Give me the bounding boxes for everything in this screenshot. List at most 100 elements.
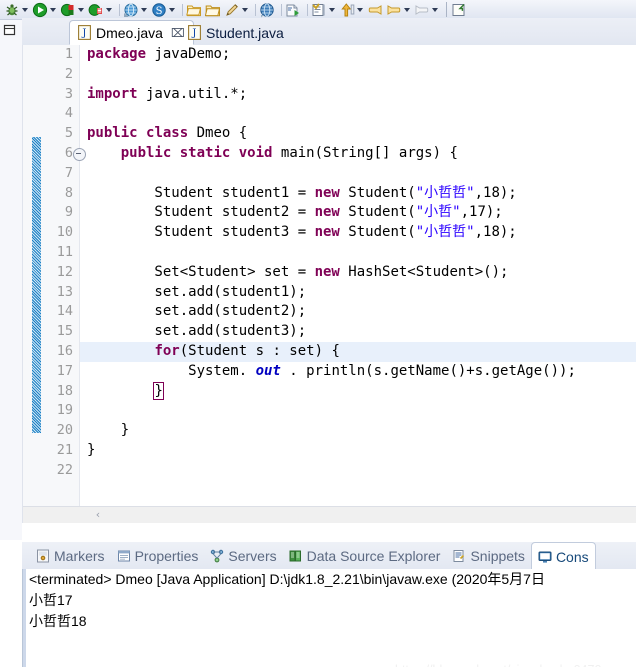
line-number: 6 — [41, 144, 86, 164]
open-folder-2-icon[interactable] — [205, 2, 221, 18]
code-line[interactable]: } — [80, 441, 637, 461]
line-number: 21 — [56, 441, 73, 458]
chevron-down-icon[interactable] — [355, 2, 364, 18]
editor-tab-student[interactable]: J Student.java — [180, 20, 292, 45]
chevron-down-icon[interactable] — [48, 2, 57, 18]
task-list-icon[interactable] — [311, 2, 327, 18]
line-number: 18 — [56, 382, 73, 399]
editor-tab-label: Student.java — [206, 24, 284, 41]
chevron-down-icon[interactable] — [240, 2, 249, 18]
editor-tab-dmeo[interactable]: J Dmeo.java ⌧ — [69, 20, 194, 45]
chevron-down-icon[interactable] — [104, 2, 113, 18]
source-code-text[interactable]: package javaDemo; import java.util.*; pu… — [80, 45, 637, 523]
separator-2 — [179, 2, 186, 18]
scroll-left-chevron-icon[interactable]: ‹ — [91, 508, 105, 522]
bottom-tab-servers[interactable]: Servers — [204, 543, 282, 569]
back-annotation-icon[interactable] — [367, 2, 383, 18]
code-line[interactable]: package javaDemo; — [80, 45, 637, 65]
editor-tabbar: J Dmeo.java ⌧ J Student.java — [22, 18, 637, 46]
up-arrow-icon[interactable] — [339, 2, 355, 18]
new-java-class-icon[interactable] — [285, 2, 301, 18]
code-line[interactable]: } — [80, 381, 637, 402]
open-web-browser-icon[interactable] — [123, 2, 139, 18]
chevron-down-icon[interactable] — [402, 2, 411, 18]
grey-annotation-icon[interactable] — [414, 2, 430, 18]
run-external-tools-icon[interactable] — [88, 2, 104, 18]
code-line[interactable]: for(Student s : set) { — [80, 341, 637, 362]
collapsed-view-rail — [0, 20, 23, 540]
line-number: 11 — [56, 243, 73, 260]
main-toolbar: S — [0, 0, 637, 20]
separator-5 — [304, 2, 311, 18]
bottom-tab-snippets[interactable]: Snippets — [446, 543, 530, 569]
properties-icon — [117, 549, 131, 563]
code-line[interactable]: Student student1 = new Student("小哲哲",18)… — [80, 184, 637, 204]
chevron-down-icon[interactable] — [76, 2, 85, 18]
code-line[interactable] — [80, 65, 637, 85]
chevron-down-icon[interactable] — [430, 2, 439, 18]
code-line[interactable]: Student student3 = new Student("小哲哲",18)… — [80, 223, 637, 243]
line-number: 16 — [56, 342, 73, 359]
line-number: 14 — [56, 303, 73, 320]
watermark-text: https://blog.csdn.net/xiaozhezhe0470 — [395, 663, 601, 667]
bottom-tab-label: Cons — [555, 548, 589, 565]
editor-horizontal-scrollbar[interactable]: ‹ — [23, 506, 637, 523]
console-icon — [538, 550, 552, 564]
line-number: 15 — [56, 323, 73, 340]
code-line[interactable] — [80, 243, 637, 263]
bottom-tab-label: Markers — [54, 547, 105, 564]
code-line[interactable]: set.add(student2); — [80, 302, 637, 322]
restore-view-icon[interactable] — [3, 23, 17, 37]
code-line[interactable] — [80, 164, 637, 184]
separator-4 — [278, 2, 285, 18]
servers-icon — [210, 549, 224, 563]
chevron-down-icon[interactable] — [139, 2, 148, 18]
line-number: 2 — [64, 65, 73, 82]
open-folder-icon[interactable] — [186, 2, 202, 18]
console-view[interactable]: <terminated> Dmeo [Java Application] D:\… — [22, 569, 637, 667]
bottom-tab-label: Data Source Explorer — [306, 547, 441, 564]
bottom-tab-cons[interactable]: Cons — [530, 542, 596, 569]
code-line[interactable]: } — [80, 421, 637, 441]
new-window-icon[interactable] — [451, 2, 467, 18]
globe-deploy-icon[interactable] — [259, 2, 275, 18]
code-line[interactable] — [80, 401, 637, 421]
bottom-tab-markers[interactable]: Markers — [30, 543, 111, 569]
code-line[interactable]: import java.util.*; — [80, 85, 637, 105]
chevron-down-icon[interactable] — [327, 2, 336, 18]
console-launch-header: <terminated> Dmeo [Java Application] D:\… — [29, 571, 549, 587]
line-number: 10 — [56, 224, 73, 241]
editor-tab-label: Dmeo.java — [96, 24, 163, 41]
code-line[interactable]: Student student2 = new Student("小哲",17); — [80, 203, 637, 223]
debug-icon[interactable] — [4, 2, 20, 18]
code-line[interactable]: System. out . println(s.getName()+s.getA… — [80, 362, 637, 382]
snippets-icon — [452, 549, 466, 563]
code-line[interactable]: public class Dmeo { — [80, 124, 637, 144]
bottom-tab-properties[interactable]: Properties — [111, 543, 205, 569]
editor-area: J Dmeo.java ⌧ J Student.java 1 2 3 4 5 6… — [22, 18, 637, 540]
line-number: 3 — [64, 85, 73, 102]
run-icon[interactable] — [32, 2, 48, 18]
code-line[interactable]: public static void main(String[] args) { — [80, 144, 637, 164]
divider — [446, 2, 447, 17]
pencil-icon[interactable] — [224, 2, 240, 18]
code-line[interactable] — [80, 461, 637, 481]
code-line[interactable] — [80, 104, 637, 124]
code-line[interactable]: set.add(student3); — [80, 322, 637, 342]
bottom-tab-data-source-explorer[interactable]: Data Source Explorer — [283, 543, 447, 569]
line-number: 1 — [64, 46, 73, 62]
chevron-down-icon[interactable] — [167, 2, 176, 18]
forward-annotation-icon[interactable] — [386, 2, 402, 18]
line-number: 12 — [56, 263, 73, 280]
search-icon[interactable]: S — [151, 2, 167, 18]
code-line[interactable]: Set<Student> set = new HashSet<Student>(… — [80, 263, 637, 283]
line-number-ruler: 1 2 3 4 5 6 7 8 9 10 11 12 13 14 15 16 17 18 19 20 21 22 — [41, 45, 86, 523]
bottom-tab-label: Properties — [134, 547, 199, 564]
line-number: 20 — [56, 422, 73, 439]
code-editor[interactable]: 1 2 3 4 5 6 7 8 9 10 11 12 13 14 15 16 17 18 19 20 21 22 pack… — [22, 45, 637, 523]
line-number: 22 — [56, 461, 73, 478]
run-coverage-icon[interactable] — [60, 2, 76, 18]
bottom-tabbar: Markers Properties Servers Data Source Expl… — [22, 541, 637, 569]
code-line[interactable]: set.add(student1); — [80, 283, 637, 303]
chevron-down-icon[interactable] — [20, 2, 29, 18]
